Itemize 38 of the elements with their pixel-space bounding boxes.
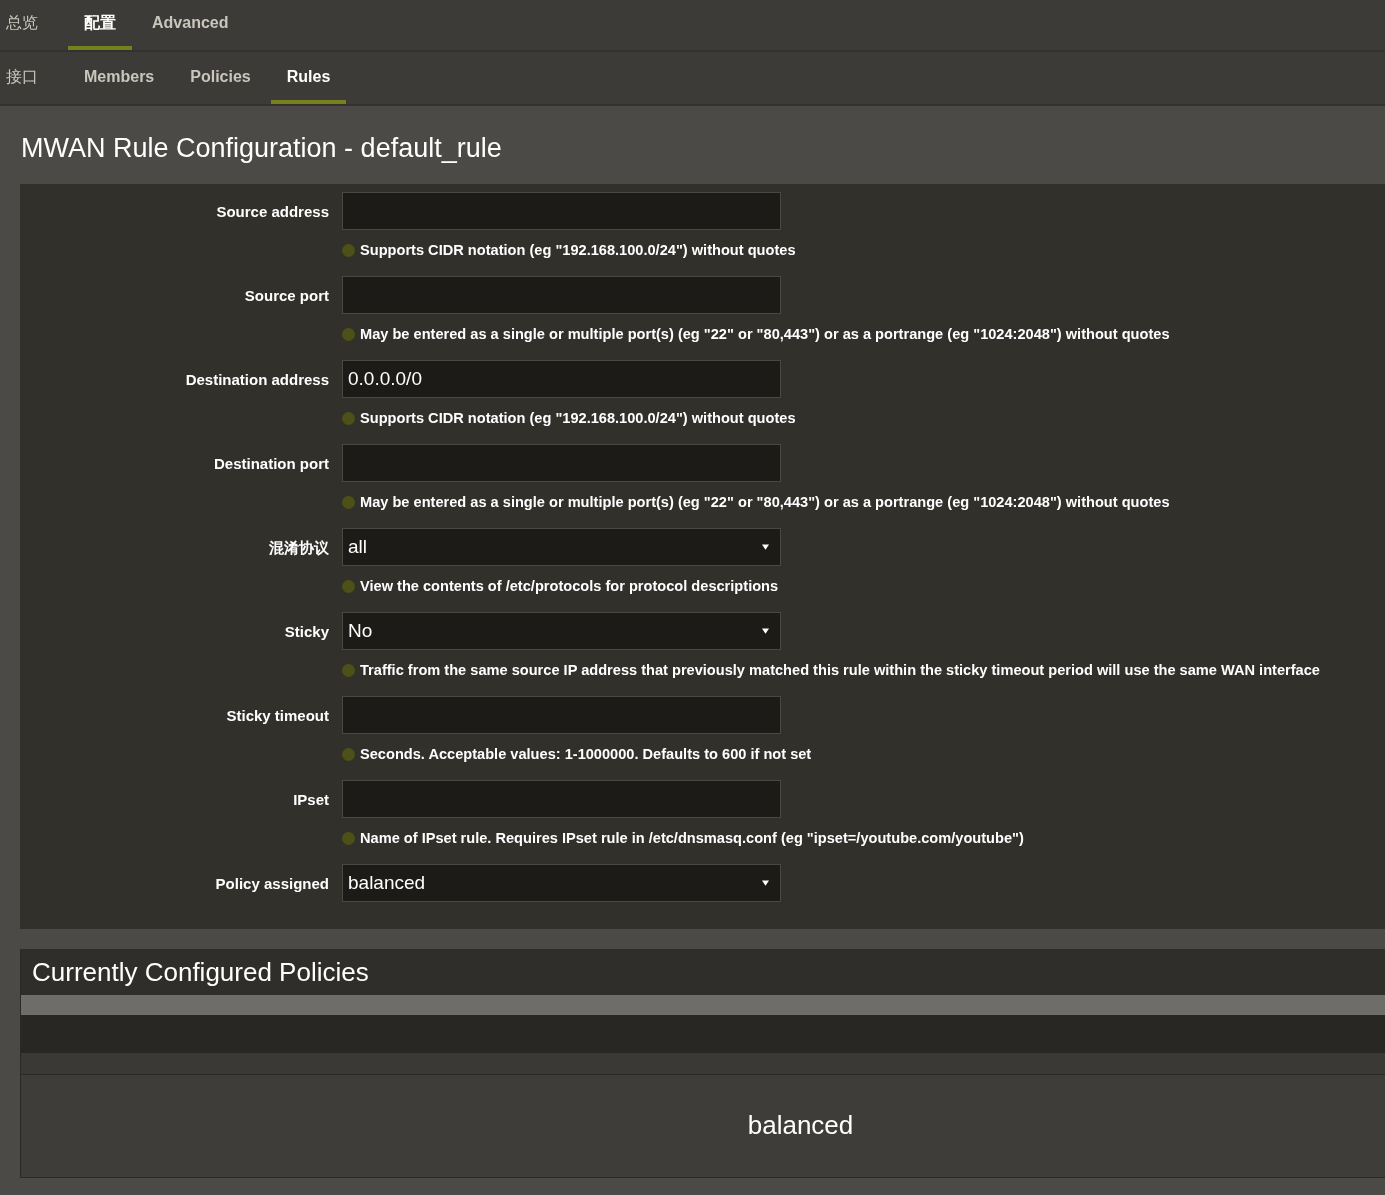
- field-label: 混淆协议: [268, 538, 330, 558]
- help-text: Name of IPset rule. Requires IPset rule in /etc/dnsmasq.conf (eg "ipset=/youtube.com/youtube"): [360, 830, 1024, 846]
- help-text: Supports CIDR notation (eg "192.168.100.0/24") without quotes: [360, 410, 796, 426]
- section-title: Currently Configured Policies: [32, 956, 369, 988]
- dropdown[interactable]: balanced: [342, 864, 781, 902]
- field-label: IPset: [292, 790, 330, 810]
- field-label: Destination address: [184, 370, 330, 390]
- input-field[interactable]: [342, 696, 781, 734]
- input-field[interactable]: [342, 444, 781, 482]
- input-field[interactable]: 0.0.0.0/0: [342, 360, 781, 398]
- dropdown[interactable]: all: [342, 528, 781, 566]
- input-field[interactable]: [342, 192, 781, 230]
- caret-icon: [762, 544, 769, 550]
- field-label: Source port: [243, 286, 330, 306]
- help-text: Seconds. Acceptable values: 1-1000000. Defaults to 600 if not set: [360, 746, 812, 762]
- caret-icon: [762, 628, 769, 634]
- policy-name: balanced: [747, 1109, 854, 1141]
- dropdown[interactable]: No: [342, 612, 781, 650]
- help-text: May be entered as a single or multiple port(s) (eg "22" or "80,443") or as a portrange (eg "1024:2048") without quotes: [360, 494, 1170, 510]
- field-label: Source address: [215, 202, 330, 222]
- input-field[interactable]: [342, 780, 781, 818]
- field-label: Destination port: [213, 454, 330, 474]
- nav-tab[interactable]: 总览: [0, 0, 54, 50]
- page-title: MWAN Rule Configuration - default_rule: [20, 132, 503, 165]
- nav-tab[interactable]: Rules: [270, 52, 347, 104]
- help-text: May be entered as a single or multiple port(s) (eg "22" or "80,443") or as a portrange (eg "1024:2048") without quotes: [360, 326, 1170, 342]
- nav-tab[interactable]: Advanced: [136, 0, 245, 50]
- input-field[interactable]: [342, 276, 781, 314]
- nav-tab[interactable]: Policies: [174, 52, 267, 104]
- help-text: Traffic from the same source IP address that previously matched this rule within the sticky timeout period will use the same WAN interface: [360, 662, 1320, 678]
- help-text: Supports CIDR notation (eg "192.168.100.0/24") without quotes: [360, 242, 796, 258]
- field-label: Sticky timeout: [225, 706, 330, 726]
- nav-tab[interactable]: Members: [68, 52, 171, 104]
- field-label: Sticky: [283, 622, 330, 642]
- caret-icon: [762, 880, 769, 886]
- field-label: Policy assigned: [214, 874, 330, 894]
- help-text: View the contents of /etc/protocols for protocol descriptions: [360, 578, 779, 594]
- nav-tab[interactable]: 接口: [0, 52, 54, 104]
